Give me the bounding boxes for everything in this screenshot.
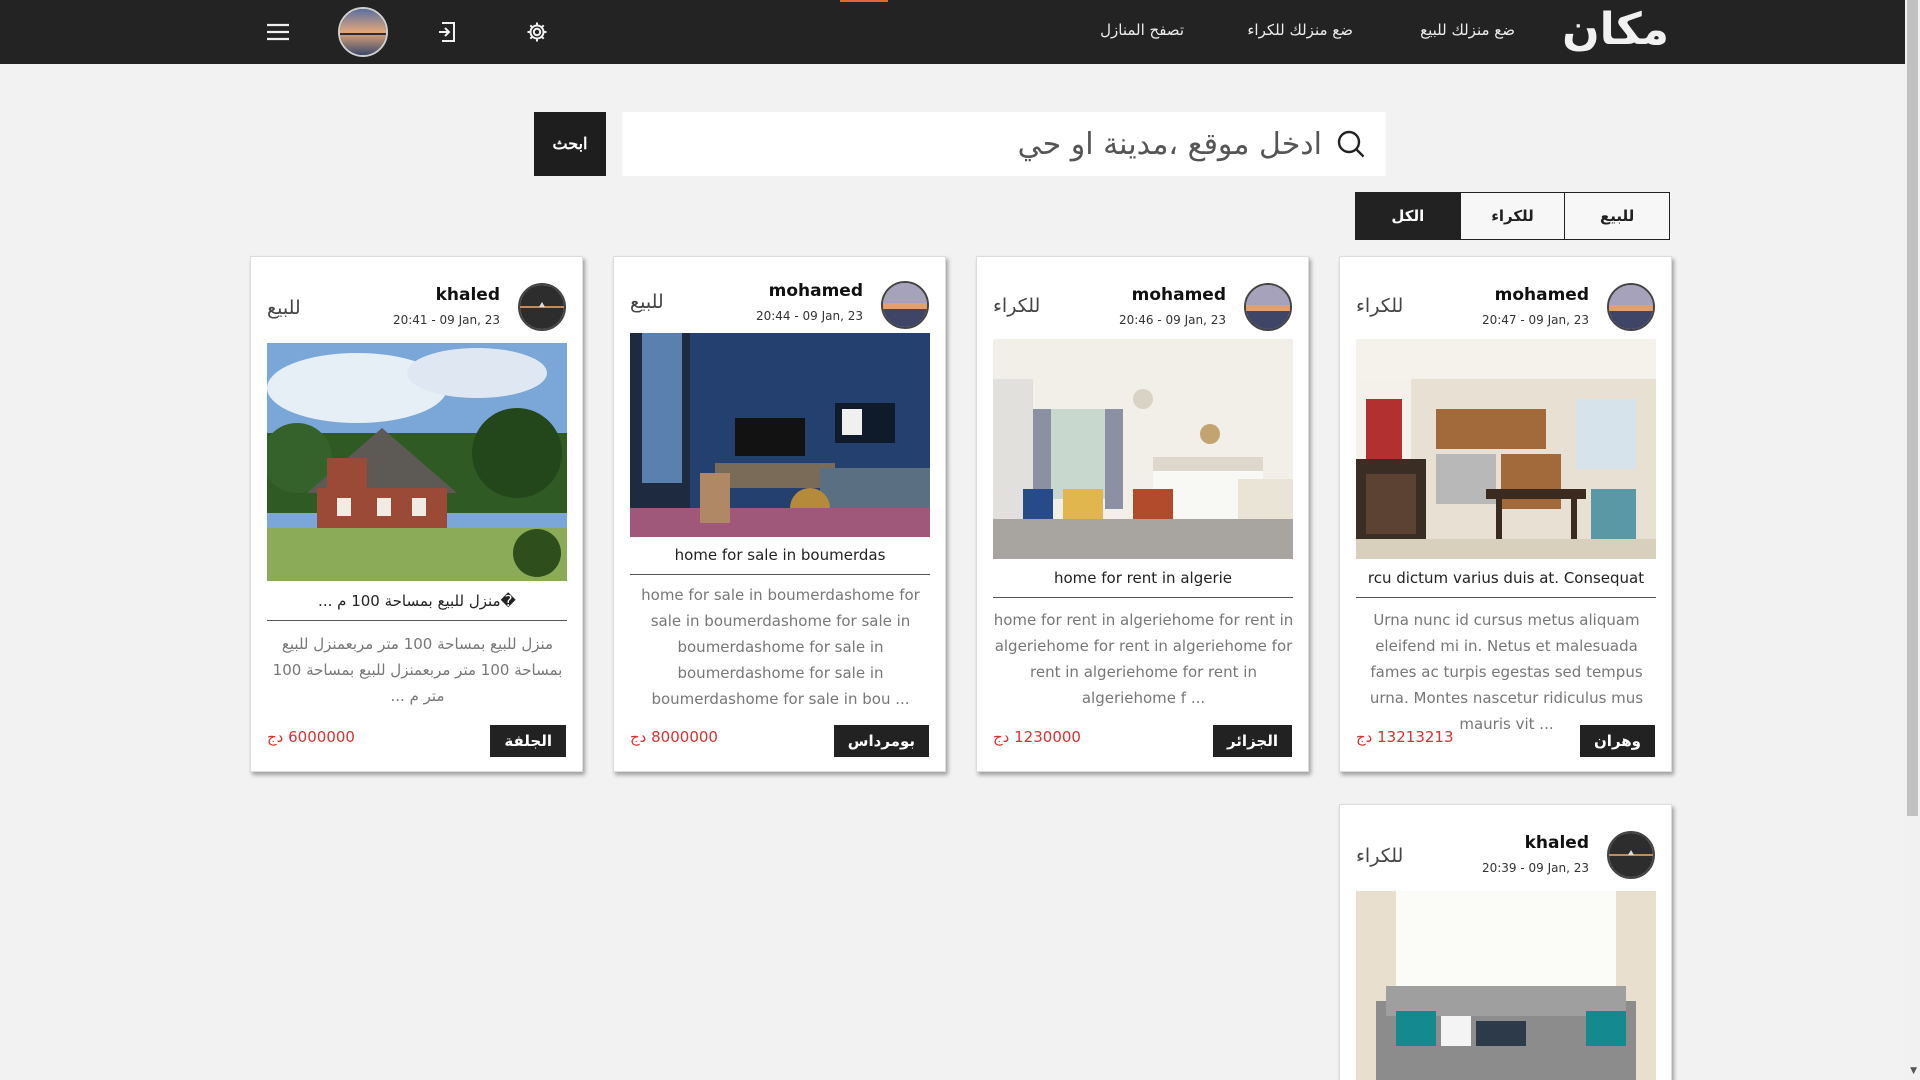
card-price: 13213213 دج [1356, 728, 1454, 746]
listing-card[interactable]: khaled 20:41 - 09 Jan, 23 للبيع �منزل لل… [250, 256, 583, 772]
logout-button[interactable] [430, 14, 466, 50]
top-navbar: مكان ضع منزلك للبيع ضع منزلك للكراء تصفح… [0, 0, 1905, 64]
hamburger-menu-icon [267, 23, 289, 41]
bridge-avatar-image [520, 285, 564, 329]
listing-card[interactable]: khaled 20:39 - 09 Jan, 23 للكراء [1339, 804, 1672, 1080]
tab-sale[interactable]: للبيع [1564, 193, 1670, 239]
settings-button[interactable] [519, 14, 555, 50]
card-city-badge[interactable]: الجزائر [1212, 725, 1292, 757]
sofa-room-photo [1356, 891, 1656, 1080]
card-description: Urna nunc id cursus metus aliquam eleife… [1369, 611, 1644, 733]
nav-link-sell[interactable]: ضع منزلك للبيع [1420, 21, 1515, 39]
house-exterior-photo [267, 343, 567, 581]
card-date: 20:46 - 09 Jan, 23 [1118, 313, 1226, 327]
user-avatar[interactable] [338, 7, 388, 57]
filter-tabs: الكل للكراء للبيع [1355, 192, 1670, 240]
search-box [622, 112, 1386, 176]
card-listing-type: للبيع [630, 291, 664, 313]
card-listing-type: للكراء [993, 295, 1041, 317]
card-city-badge[interactable]: بومرداس [833, 725, 929, 757]
card-description: home for sale in boumerdashome for sale … [641, 586, 920, 708]
card-description: home for rent in algeriehome for rent in… [993, 611, 1294, 707]
card-listing-type: للبيع [267, 297, 301, 319]
card-description: منزل للبيع بمساحة 100 متر مربعمنزل للبيع… [272, 635, 563, 705]
card-date: 20:39 - 09 Jan, 23 [1481, 861, 1589, 875]
card-title[interactable]: home for sale in boumerdas [630, 546, 930, 575]
card-price: 1230000 دج [993, 728, 1081, 746]
card-date: 20:41 - 09 Jan, 23 [392, 313, 500, 327]
card-header: mohamed 20:44 - 09 Jan, 23 للبيع [614, 257, 945, 337]
sunset-avatar-image [340, 9, 386, 55]
card-city-badge[interactable]: وهران [1580, 725, 1655, 757]
listing-card[interactable]: mohamed 20:46 - 09 Jan, 23 للكراء home f… [976, 256, 1309, 772]
card-title[interactable]: �منزل للبيع بمساحة 100 م ... [267, 592, 567, 621]
sunset-avatar-image [883, 283, 927, 327]
tab-all[interactable]: الكل [1356, 193, 1460, 239]
search-icon [1337, 130, 1365, 158]
nav-link-browse[interactable]: تصفح المنازل [1100, 21, 1184, 39]
sunset-avatar-image [1246, 285, 1290, 329]
listing-card[interactable]: mohamed 20:47 - 09 Jan, 23 للكراء rcu di… [1339, 256, 1672, 772]
sunset-avatar-image [1609, 285, 1653, 329]
listing-photo[interactable] [267, 343, 567, 581]
menu-button[interactable] [260, 14, 296, 50]
card-username[interactable]: mohamed [769, 281, 863, 301]
avatar[interactable] [518, 283, 566, 331]
card-header: khaled 20:39 - 09 Jan, 23 للكراء [1340, 805, 1671, 885]
card-username[interactable]: khaled [436, 285, 500, 305]
tab-rent[interactable]: للكراء [1459, 193, 1565, 239]
avatar[interactable] [1244, 283, 1292, 331]
listing-photo[interactable] [1356, 891, 1656, 1080]
scroll-down-arrow-icon[interactable]: ▼ [1910, 1066, 1917, 1076]
nav-active-indicator [840, 0, 888, 2]
card-username[interactable]: khaled [1525, 833, 1589, 853]
card-title[interactable]: home for rent in algerie [993, 569, 1293, 598]
listing-photo[interactable] [993, 339, 1293, 559]
living-room-photo [630, 333, 930, 537]
bedroom-photo [993, 339, 1293, 559]
logout-icon [439, 22, 455, 42]
listing-card[interactable]: mohamed 20:44 - 09 Jan, 23 للبيع home fo… [613, 256, 946, 772]
card-header: mohamed 20:46 - 09 Jan, 23 للكراء [977, 257, 1308, 337]
page-scrollbar[interactable]: ▼ [1905, 0, 1920, 1080]
search-button[interactable]: ابحث [534, 112, 606, 176]
card-city-badge[interactable]: الجلفة [490, 725, 566, 757]
card-username[interactable]: mohamed [1132, 285, 1226, 305]
card-title[interactable]: rcu dictum varius duis at. Consequat [1356, 569, 1656, 598]
avatar[interactable] [1607, 283, 1655, 331]
card-listing-type: للكراء [1356, 845, 1404, 867]
card-username[interactable]: mohamed [1495, 285, 1589, 305]
card-price: 8000000 دج [630, 728, 718, 746]
card-header: mohamed 20:47 - 09 Jan, 23 للكراء [1340, 257, 1671, 337]
card-price: 6000000 دج [267, 728, 355, 746]
card-header: khaled 20:41 - 09 Jan, 23 للبيع [251, 257, 582, 337]
nav-link-rent[interactable]: ضع منزلك للكراء [1247, 21, 1353, 39]
bridge-avatar-image [1609, 833, 1653, 877]
scrollbar-thumb[interactable] [1907, 0, 1918, 816]
avatar[interactable] [1607, 831, 1655, 879]
card-date: 20:47 - 09 Jan, 23 [1481, 313, 1589, 327]
search-input[interactable] [622, 126, 1336, 162]
listing-photo[interactable] [1356, 339, 1656, 559]
listing-photo[interactable] [630, 333, 930, 537]
kitchen-photo [1356, 339, 1656, 559]
card-date: 20:44 - 09 Jan, 23 [755, 309, 863, 323]
avatar[interactable] [881, 281, 929, 329]
card-listing-type: للكراء [1356, 295, 1404, 317]
gear-icon [527, 22, 547, 42]
site-logo[interactable]: مكان [1562, 4, 1669, 55]
